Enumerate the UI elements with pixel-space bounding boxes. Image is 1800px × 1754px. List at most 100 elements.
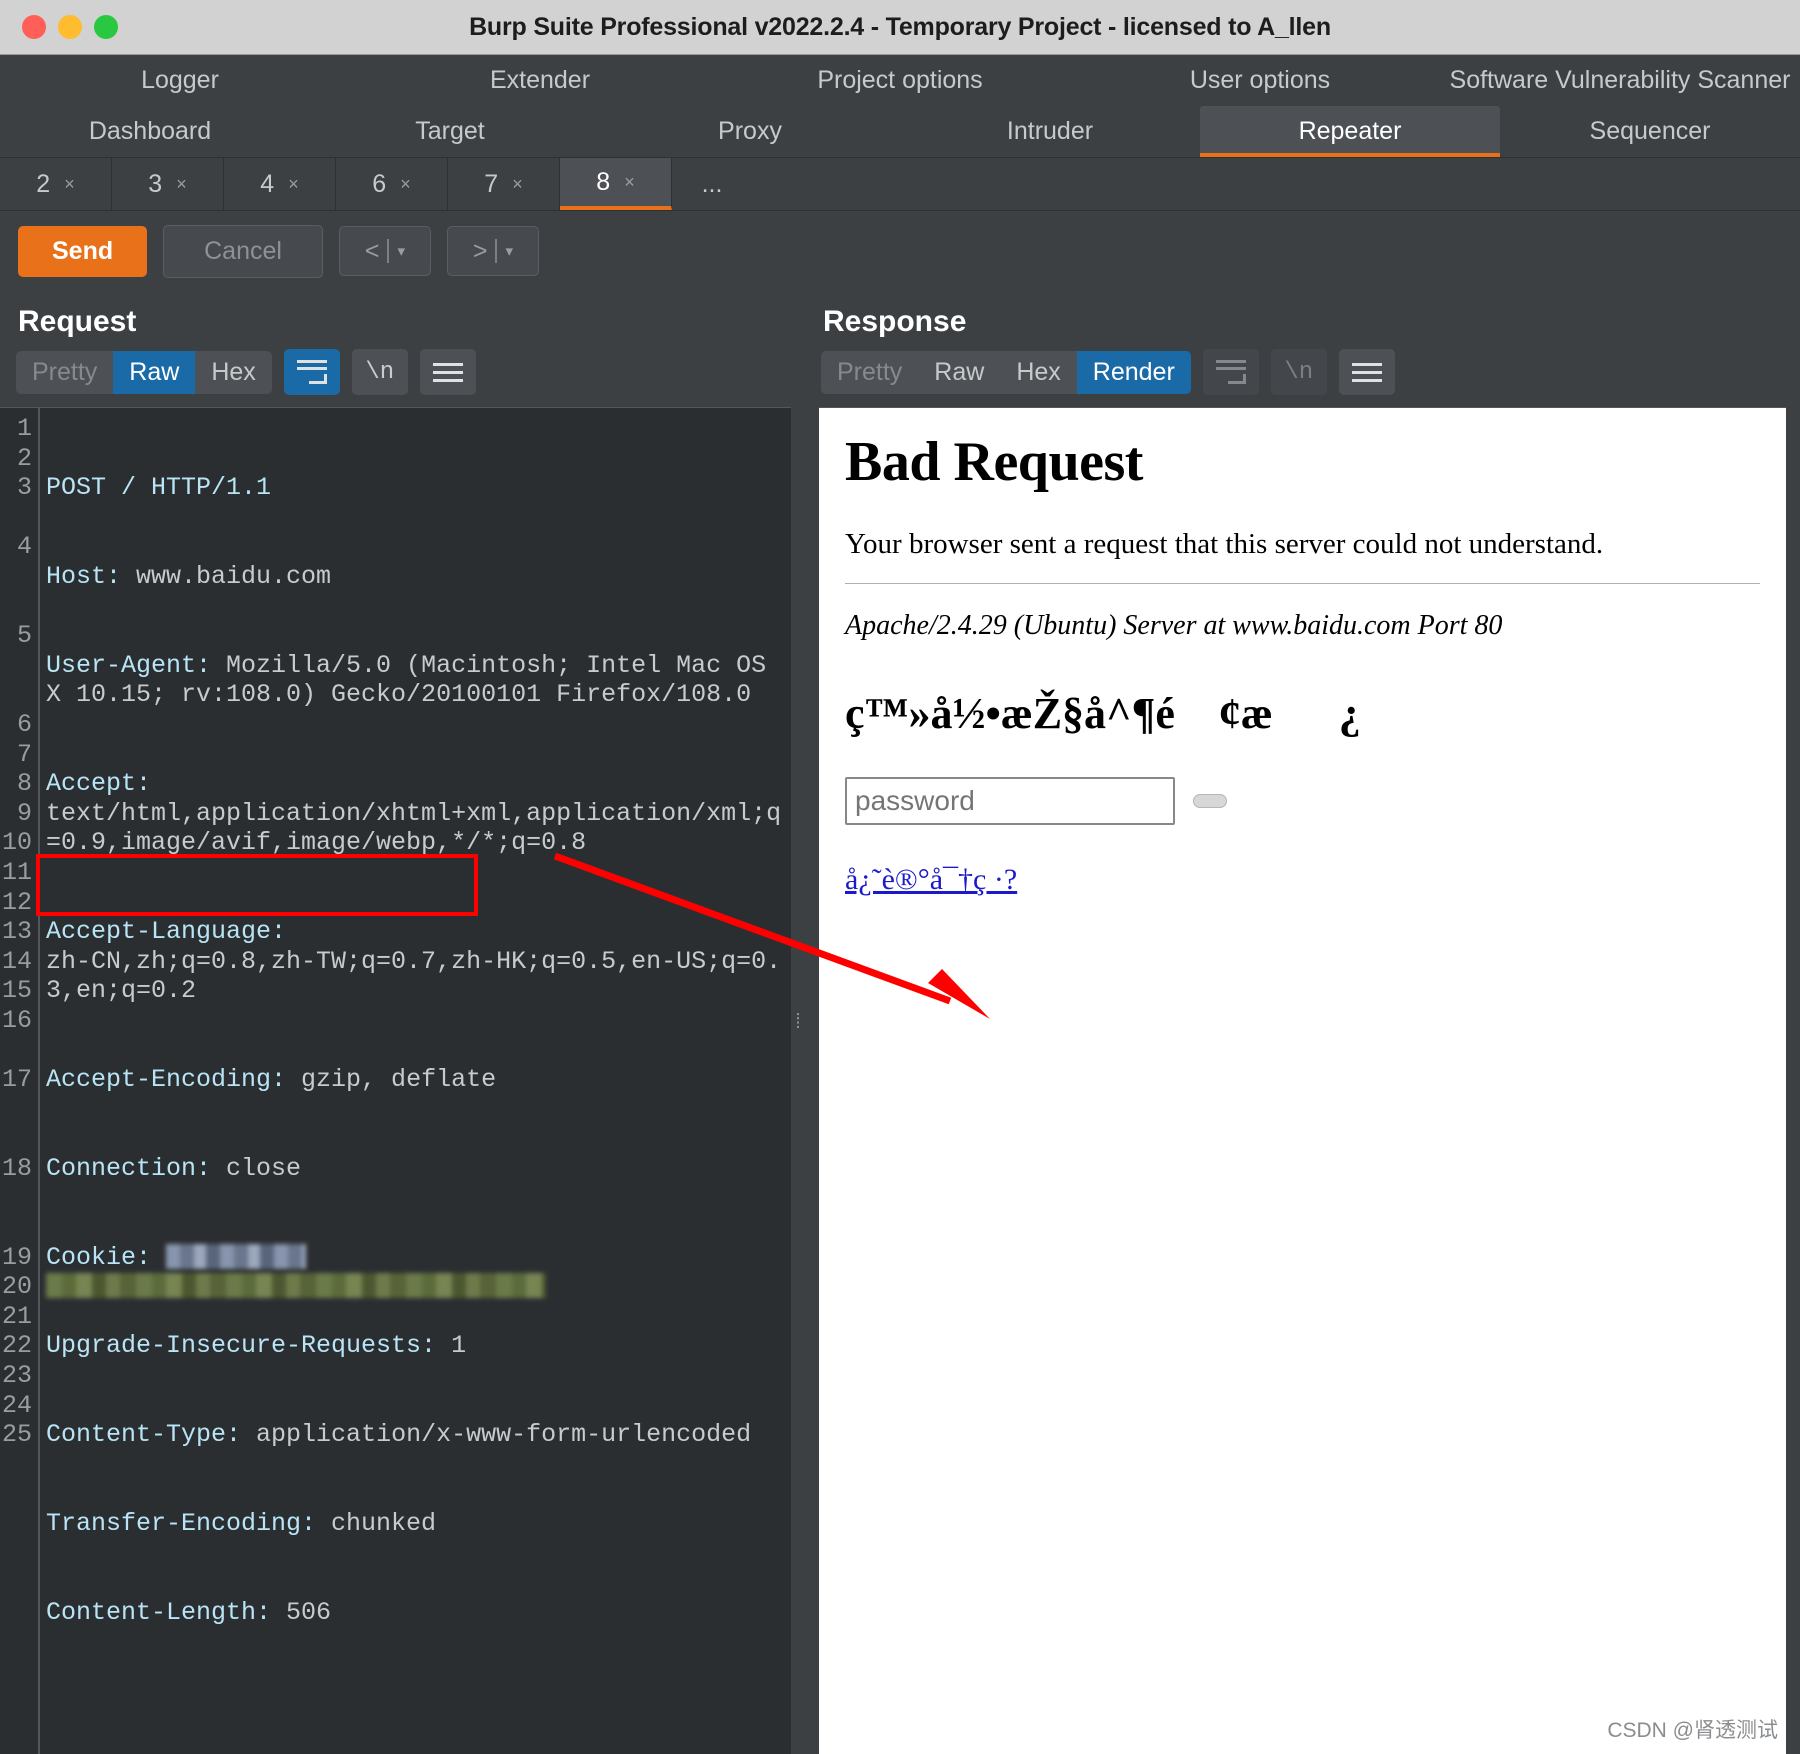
line-number: 14 [1,946,32,976]
divider [495,239,498,263]
request-view-hex[interactable]: Hex [195,351,271,394]
line-number: 9 [16,798,32,828]
tab-target[interactable]: Target [300,106,600,157]
request-raw-text[interactable]: POST / HTTP/1.1 Host: www.baidu.com User… [40,408,791,1754]
window-titlebar: Burp Suite Professional v2022.2.4 - Temp… [0,0,1800,55]
repeater-tab-8[interactable]: 8 × [560,158,672,210]
close-tab-icon[interactable]: × [512,174,523,195]
menu-item-extender[interactable]: Extender [360,55,720,106]
response-pane: Response Pretty Raw Hex Render \n Bad Re… [805,291,1800,1754]
code-token: Accept-Language: [46,917,302,947]
response-view-render[interactable]: Render [1076,350,1191,394]
response-more-options-button[interactable] [1338,349,1395,395]
response-pane-title: Response [823,305,967,338]
response-view-segmented-control: Pretty Raw Hex Render [821,350,1191,394]
rendered-divider [845,583,1760,584]
repeater-tab-4[interactable]: 4 × [224,158,336,210]
repeater-tab-7[interactable]: 7 × [448,158,560,210]
rendered-paragraph: Your browser sent a request that this se… [845,528,1604,560]
request-more-options-button[interactable] [419,349,476,395]
response-scrollbar[interactable] [1788,291,1800,1754]
code-token: Connection: [46,1153,227,1183]
repeater-tab-label: 4 [260,169,275,198]
close-tab-icon[interactable]: × [400,174,411,195]
request-line-numbers: 1 2 3. 4.. 5.. 6 7 8 9 10 11 12 13 14 15… [0,408,40,1754]
word-wrap-icon [296,360,327,384]
menu-item-logger[interactable]: Logger [0,55,360,106]
submit-button[interactable] [1193,794,1227,808]
repeater-tab-3[interactable]: 3 × [112,158,224,210]
chevron-down-icon[interactable]: ▾ [505,242,513,260]
request-view-segmented-control: Pretty Raw Hex [16,350,272,394]
tab-intruder[interactable]: Intruder [900,106,1200,157]
request-view-pretty[interactable]: Pretty [16,351,113,394]
close-tab-icon[interactable]: × [624,172,635,193]
menu-item-project-options[interactable]: Project options [720,55,1080,106]
menu-item-software-vulnerability-scanner[interactable]: Software Vulnerability Scanner [1440,55,1800,106]
code-token: Accept: [46,769,167,799]
line-number: 4 [16,532,32,562]
repeater-tab-6[interactable]: 6 × [336,158,448,210]
code-line: Accept: text/html,application/xhtml+xml,… [40,769,791,858]
repeater-tab-label: 3 [148,169,163,198]
repeater-tab-2[interactable]: 2 × [0,158,112,210]
response-word-wrap-button[interactable] [1202,349,1259,395]
line-number: 5 [16,621,32,651]
line-number: 25 [1,1420,32,1450]
request-view-raw[interactable]: Raw [113,350,196,394]
chevron-down-icon[interactable]: ▾ [397,242,405,260]
response-view-pretty[interactable]: Pretty [821,351,918,394]
tab-proxy[interactable]: Proxy [600,106,900,157]
response-view-hex[interactable]: Hex [1000,351,1076,394]
tab-dashboard[interactable]: Dashboard [0,106,300,157]
send-button[interactable]: Send [18,225,148,277]
request-show-newlines-button[interactable]: \n [351,349,408,395]
code-token: POST / HTTP/1.1 [46,473,272,503]
response-show-newlines-button[interactable]: \n [1270,349,1327,395]
close-tab-icon[interactable]: × [64,174,75,195]
previous-request-button[interactable]: < ▾ [338,226,431,276]
tab-sequencer[interactable]: Sequencer [1500,106,1800,157]
code-token: gzip, deflate [301,1065,497,1095]
code-token: Host: [46,561,137,591]
pane-splitter-handle[interactable]: ⁞ [791,291,805,1754]
line-number: 23 [1,1361,32,1390]
repeater-tab-overflow[interactable]: ... [672,158,752,210]
code-token: Transfer-Encoding: [46,1508,332,1538]
next-request-button[interactable]: > ▾ [446,226,539,276]
request-pane-title: Request [18,305,137,338]
close-tab-icon[interactable]: × [288,174,299,195]
code-line: Connection: close [40,1154,791,1184]
password-input[interactable] [845,777,1175,825]
line-number: 20 [1,1272,32,1302]
response-view-toolbar: Pretty Raw Hex Render \n [805,349,1800,407]
code-token: application/x-www-form-urlencoded [256,1420,752,1450]
rendered-login-form [845,777,1760,825]
code-line: Accept-Language: zh-CN,zh;q=0.8,zh-TW;q=… [40,917,791,1006]
code-token: Content-Type: [46,1420,257,1450]
code-line: Content-Length: 506 [40,1598,791,1628]
divider [387,239,390,263]
cancel-button[interactable]: Cancel [163,224,323,278]
request-word-wrap-button[interactable] [283,349,340,395]
close-tab-icon[interactable]: × [176,174,187,195]
line-number: 24 [1,1390,32,1420]
response-view-raw[interactable]: Raw [918,351,1000,394]
code-token: User-Agent: [46,650,227,680]
rendered-heading: Bad Request [845,431,1143,493]
line-number: 10 [1,828,32,858]
tab-repeater[interactable]: Repeater [1200,106,1500,157]
line-number: 15 [1,976,32,1006]
menu-item-user-options[interactable]: User options [1080,55,1440,106]
response-rendered-page: Bad Request Your browser sent a request … [819,407,1786,1754]
forgot-password-link[interactable]: å¿˜è®°å¯†ç ·? [845,863,1017,896]
window-title: Burp Suite Professional v2022.2.4 - Temp… [469,12,1331,41]
code-line: Host: www.baidu.com [40,562,791,592]
repeater-main-split: Request Pretty Raw Hex \n 1 2 3. 4.. [0,291,1800,1754]
request-editor[interactable]: 1 2 3. 4.. 5.. 6 7 8 9 10 11 12 13 14 15… [0,407,791,1754]
line-number: 7 [16,739,32,769]
chevron-left-icon: < [364,236,380,265]
code-line: Cookie: [40,1243,791,1299]
newline-icon: \n [1284,358,1314,386]
line-number: 19 [1,1242,32,1272]
